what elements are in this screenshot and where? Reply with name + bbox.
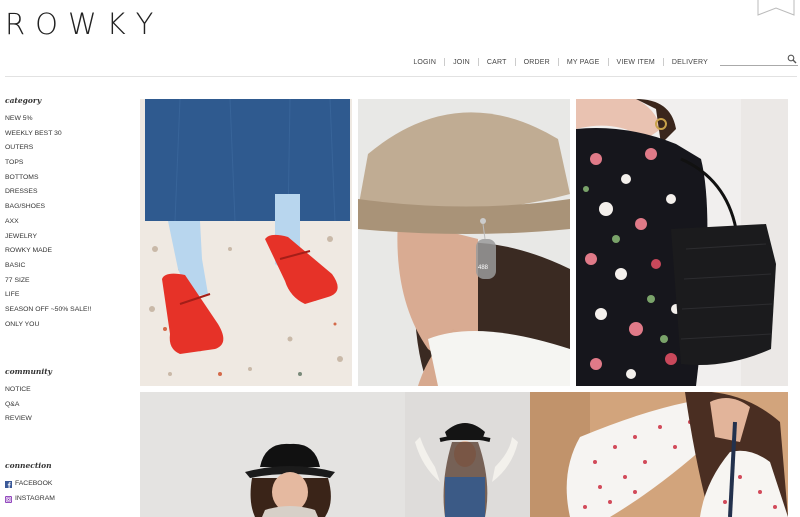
- category-item-new[interactable]: NEW 5%: [5, 112, 91, 127]
- instagram-label: INSTAGRAM: [15, 494, 55, 502]
- my-page-link[interactable]: MY PAGE: [567, 59, 600, 66]
- facebook-label: FACEBOOK: [15, 480, 53, 487]
- view-item-link[interactable]: VIEW ITEM: [617, 59, 655, 66]
- nav-divider: [557, 58, 559, 66]
- login-link[interactable]: LOGIN: [413, 59, 436, 66]
- category-item-axx[interactable]: AXX: [5, 215, 91, 230]
- instagram-icon: [5, 495, 12, 503]
- bookmark-icon[interactable]: [757, 0, 795, 16]
- category-item-basic[interactable]: BASIC: [5, 259, 91, 274]
- category-item-weekly-best[interactable]: WEEKLY BEST 30: [5, 127, 91, 142]
- nav-divider: [514, 58, 516, 66]
- community-item-notice[interactable]: NOTICE: [5, 383, 32, 398]
- category-item-season-off[interactable]: SEASON OFF ~50% SALE!!: [5, 303, 91, 318]
- search-box: [720, 54, 798, 66]
- join-link[interactable]: JOIN: [453, 59, 470, 66]
- nav-divider: [662, 58, 664, 66]
- red-shoes-photo[interactable]: [140, 99, 352, 386]
- order-link[interactable]: ORDER: [524, 59, 550, 66]
- nav-divider: [607, 58, 609, 66]
- category-item-only-you[interactable]: ONLY YOU: [5, 318, 91, 333]
- community-menu: NOTICE Q&A REVIEW: [5, 383, 32, 427]
- nav-divider: [477, 58, 479, 66]
- connection-menu: FACEBOOK INSTAGRAM: [5, 477, 55, 506]
- site-logo[interactable]: ROWKY: [5, 8, 163, 40]
- search-icon[interactable]: [787, 54, 797, 64]
- connection-heading: connection: [5, 461, 52, 470]
- nav-divider: [444, 58, 446, 66]
- instagram-link[interactable]: INSTAGRAM: [5, 492, 55, 507]
- delivery-link[interactable]: DELIVERY: [672, 59, 708, 66]
- header-divider: [5, 76, 797, 77]
- category-item-jewelry[interactable]: JEWELRY: [5, 230, 91, 245]
- black-bucket-hat-banner-photo[interactable]: [140, 392, 788, 517]
- category-item-outers[interactable]: OUTERS: [5, 141, 91, 156]
- category-item-tops[interactable]: TOPS: [5, 156, 91, 171]
- category-item-bag-shoes[interactable]: BAG/SHOES: [5, 200, 91, 215]
- svg-text:488: 488: [478, 265, 489, 271]
- category-item-rowky-made[interactable]: ROWKY MADE: [5, 244, 91, 259]
- bucket-hat-earring-photo[interactable]: 488: [358, 99, 570, 386]
- facebook-icon: [5, 480, 12, 488]
- facebook-link[interactable]: FACEBOOK: [5, 477, 55, 492]
- category-heading: category: [5, 96, 42, 105]
- cart-link[interactable]: CART: [487, 59, 507, 66]
- community-item-qna[interactable]: Q&A: [5, 398, 32, 413]
- category-item-77-size[interactable]: 77 SIZE: [5, 274, 91, 289]
- category-menu: NEW 5% WEEKLY BEST 30 OUTERS TOPS BOTTOM…: [5, 112, 91, 332]
- category-item-life[interactable]: LIFE: [5, 288, 91, 303]
- community-item-review[interactable]: REVIEW: [5, 412, 32, 427]
- top-navigation: LOGIN JOIN CART ORDER MY PAGE VIEW ITEM …: [413, 56, 708, 68]
- category-item-bottoms[interactable]: BOTTOMS: [5, 171, 91, 186]
- search-input[interactable]: [720, 54, 786, 65]
- category-item-dresses[interactable]: DRESSES: [5, 185, 91, 200]
- community-heading: community: [5, 367, 53, 376]
- floral-blouse-bag-photo[interactable]: [576, 99, 788, 386]
